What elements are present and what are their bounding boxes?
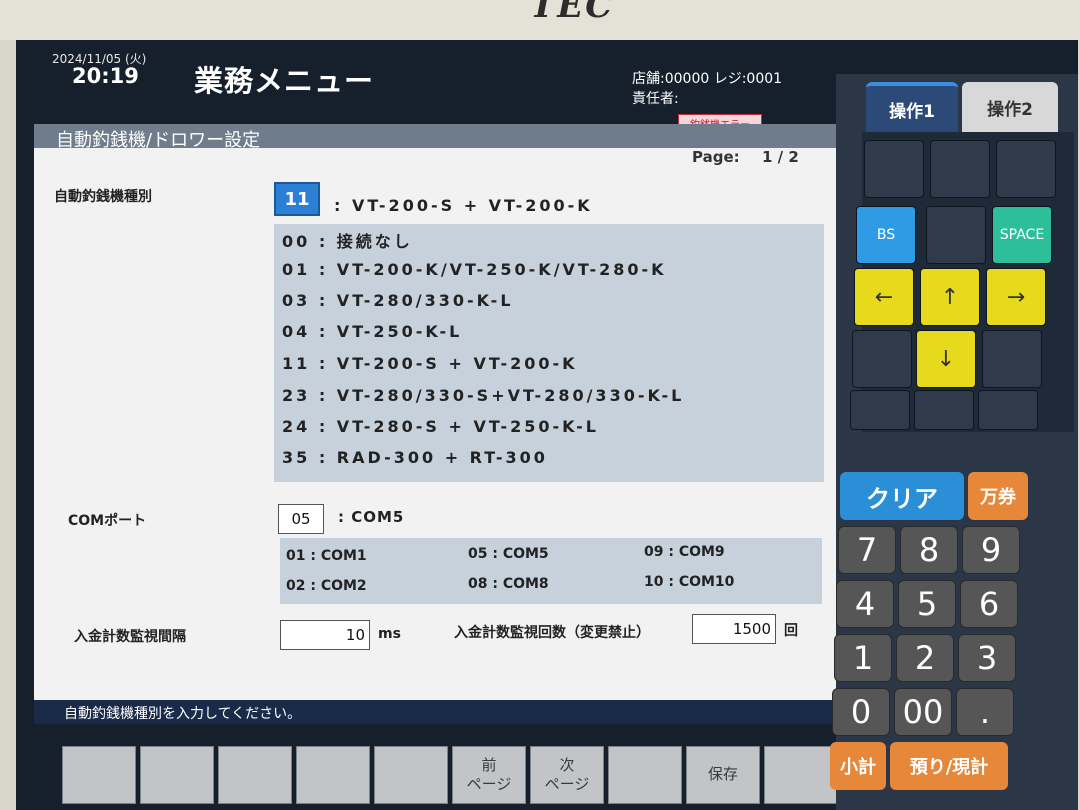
- function-key-3[interactable]: [218, 746, 292, 804]
- digit-0-button[interactable]: 0: [832, 688, 890, 736]
- digit-3-button[interactable]: 3: [958, 634, 1016, 682]
- com-port-input[interactable]: 05: [278, 504, 324, 534]
- prev-page-button[interactable]: 前 ページ: [452, 746, 526, 804]
- blank-key[interactable]: [996, 140, 1056, 198]
- page-title: 業務メニュー: [194, 64, 375, 98]
- keypad-panel: 操作1 操作2 BS SPACE ← ↑ → ↓ クリア 万券 7 8 9 4 …: [830, 74, 1078, 810]
- blank-key[interactable]: [914, 390, 974, 430]
- next-page-label-2: ページ: [544, 775, 590, 793]
- digit-5-button[interactable]: 5: [898, 580, 956, 628]
- digit-1-button[interactable]: 1: [834, 634, 892, 682]
- machine-type-input[interactable]: 11: [274, 182, 320, 216]
- status-bar: 自動釣銭機種別を入力してください。: [34, 700, 852, 724]
- interval-unit: ms: [378, 626, 401, 642]
- machine-type-options: 00 : 接続なし 01 : VT-200-K/VT-250-K/VT-280-…: [274, 224, 824, 482]
- blank-key[interactable]: [930, 140, 990, 198]
- section-header: 自動釣銭機/ドロワー設定: [34, 124, 852, 151]
- list-item: 05 : COM5: [468, 546, 549, 562]
- count-unit: 回: [784, 623, 798, 639]
- page-label: Page:: [692, 148, 740, 166]
- blank-key[interactable]: [978, 390, 1038, 430]
- blank-key[interactable]: [864, 140, 924, 198]
- operation-keypad: BS SPACE ← ↑ → ↓: [850, 132, 1074, 432]
- clear-button[interactable]: クリア: [840, 472, 964, 520]
- decimal-button[interactable]: .: [956, 688, 1014, 736]
- prev-page-label-2: ページ: [466, 775, 512, 793]
- pos-screen: 2024/11/05 (火) 20:19 業務メニュー 店舗:00000 レジ:…: [16, 40, 1078, 810]
- status-message: 自動釣銭機種別を入力してください。: [64, 706, 302, 722]
- digit-7-button[interactable]: 7: [838, 526, 896, 574]
- count-input[interactable]: 1500: [692, 614, 776, 644]
- list-item: 01 : COM1: [286, 548, 367, 564]
- blank-key[interactable]: [926, 206, 986, 264]
- right-arrow-button[interactable]: →: [986, 268, 1046, 326]
- count-label: 入金計数監視回数（変更禁止）: [454, 625, 650, 641]
- left-arrow-button[interactable]: ←: [854, 268, 914, 326]
- settings-panel: Page: 1 / 2 自動釣銭機種別 11 : VT-200-S + VT-2…: [34, 148, 852, 700]
- machine-type-value: : VT-200-S + VT-200-K: [334, 196, 593, 215]
- save-button[interactable]: 保存: [686, 746, 760, 804]
- manager-info: 責任者:: [632, 91, 679, 107]
- save-label: 保存: [707, 765, 738, 784]
- next-page-label-1: 次: [559, 755, 575, 774]
- digit-4-button[interactable]: 4: [836, 580, 894, 628]
- prev-page-label-1: 前: [481, 755, 497, 774]
- blank-key[interactable]: [850, 390, 910, 430]
- list-item: 24 : VT-280-S + VT-250-K-L: [282, 417, 599, 436]
- com-port-label: COMポート: [68, 513, 147, 529]
- list-item: 23 : VT-280/330-S+VT-280/330-K-L: [282, 386, 685, 405]
- list-item: 03 : VT-280/330-K-L: [282, 291, 514, 310]
- blank-key[interactable]: [852, 330, 912, 388]
- list-item: 00 : 接続なし: [282, 232, 413, 251]
- next-page-button[interactable]: 次 ページ: [530, 746, 604, 804]
- digit-9-button[interactable]: 9: [962, 526, 1020, 574]
- time-display: 20:19: [72, 64, 139, 88]
- brand-logo: TEC: [530, 0, 615, 26]
- deposit-total-button[interactable]: 預り/現計: [890, 742, 1008, 790]
- digit-8-button[interactable]: 8: [900, 526, 958, 574]
- function-key-5[interactable]: [374, 746, 448, 804]
- list-item: 08 : COM8: [468, 576, 549, 592]
- digit-6-button[interactable]: 6: [960, 580, 1018, 628]
- function-key-2[interactable]: [140, 746, 214, 804]
- tab-operation-2[interactable]: 操作2: [962, 82, 1058, 132]
- function-key-1[interactable]: [62, 746, 136, 804]
- list-item: 10 : COM10: [644, 574, 735, 590]
- subtotal-button[interactable]: 小計: [830, 742, 886, 790]
- function-key-10[interactable]: [764, 746, 838, 804]
- backspace-button[interactable]: BS: [856, 206, 916, 264]
- interval-input[interactable]: 10: [280, 620, 370, 650]
- list-item: 35 : RAD-300 + RT-300: [282, 448, 548, 467]
- com-port-value: : COM5: [338, 508, 405, 526]
- blank-key[interactable]: [982, 330, 1042, 388]
- machine-type-label: 自動釣銭機種別: [54, 189, 152, 205]
- tab-operation-1[interactable]: 操作1: [866, 82, 958, 132]
- list-item: 02 : COM2: [286, 578, 367, 594]
- function-key-8[interactable]: [608, 746, 682, 804]
- down-arrow-button[interactable]: ↓: [916, 330, 976, 388]
- digit-00-button[interactable]: 00: [894, 688, 952, 736]
- list-item: 01 : VT-200-K/VT-250-K/VT-280-K: [282, 260, 667, 279]
- store-register-info: 店舗:00000 レジ:0001: [632, 71, 783, 87]
- digit-2-button[interactable]: 2: [896, 634, 954, 682]
- com-port-options: 01 : COM1 05 : COM5 09 : COM9 02 : COM2 …: [280, 538, 822, 604]
- list-item: 09 : COM9: [644, 544, 725, 560]
- space-button[interactable]: SPACE: [992, 206, 1052, 264]
- interval-label: 入金計数監視間隔: [74, 629, 186, 645]
- list-item: 11 : VT-200-S + VT-200-K: [282, 354, 578, 373]
- device-bezel: TEC: [0, 0, 1080, 40]
- list-item: 04 : VT-250-K-L: [282, 322, 463, 341]
- page-indicator: 1 / 2: [762, 148, 799, 166]
- voucher-button[interactable]: 万券: [968, 472, 1028, 520]
- function-key-4[interactable]: [296, 746, 370, 804]
- up-arrow-button[interactable]: ↑: [920, 268, 980, 326]
